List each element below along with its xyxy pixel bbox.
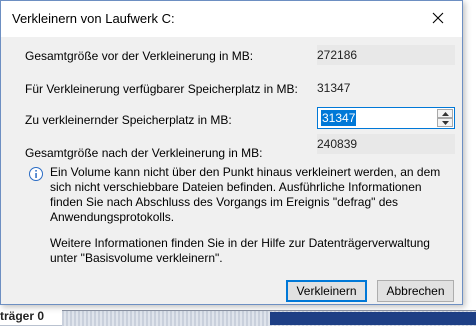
spin-up-button[interactable]: [437, 109, 453, 118]
stepper-buttons: [437, 109, 453, 127]
help-message: Weitere Informationen finden Sie in der …: [50, 236, 430, 265]
available-space-value: 31347: [317, 81, 351, 95]
background-disk-bar: [270, 312, 476, 325]
shrink-button[interactable]: Verkleinern: [286, 280, 367, 302]
spin-up-icon: [441, 111, 449, 116]
shrink-amount-input[interactable]: 31347: [321, 110, 357, 126]
available-space-label: Für Verkleinerung verfügbarer Speicherpl…: [25, 82, 298, 96]
cancel-button[interactable]: Abbrechen: [377, 280, 454, 302]
info-icon: [29, 167, 43, 181]
spin-down-button[interactable]: [437, 118, 453, 127]
info-message: Ein Volume kann nicht über den Punkt hin…: [50, 165, 441, 224]
close-icon: [432, 12, 444, 24]
total-before-label: Gesamtgröße vor der Verkleinerung in MB:: [25, 49, 254, 63]
dialog-title: Verkleinern von Laufwerk C:: [12, 11, 175, 26]
total-after-label: Gesamtgröße nach der Verkleinerung in MB…: [25, 146, 263, 160]
background-disk-label: träger 0: [0, 309, 45, 323]
total-before-value: 272186: [317, 45, 455, 65]
shrink-dialog: Verkleinern von Laufwerk C: Gesamtgröße …: [0, 0, 463, 305]
title-bar: Verkleinern von Laufwerk C:: [1, 1, 462, 37]
close-button[interactable]: [416, 1, 460, 35]
total-after-value: 240839: [317, 134, 455, 154]
spin-down-icon: [441, 120, 449, 125]
shrink-amount-stepper[interactable]: 31347: [317, 107, 455, 129]
shrink-amount-label: Zu verkleinernder Speicherplatz in MB:: [25, 113, 232, 127]
